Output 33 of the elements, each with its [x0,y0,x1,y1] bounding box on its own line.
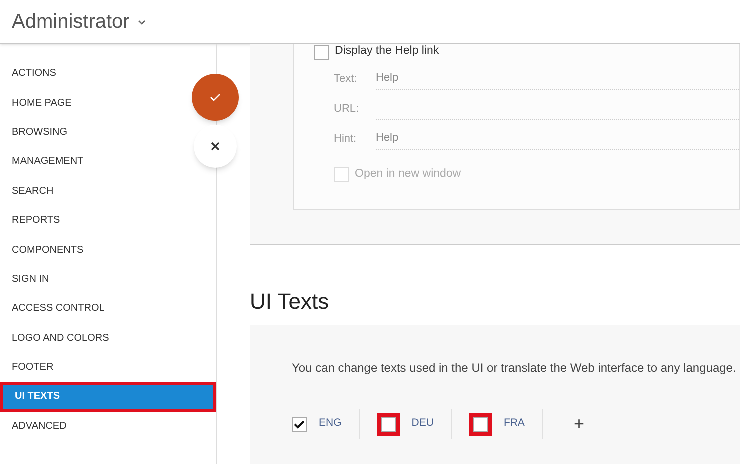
sidebar-item[interactable]: SIGN IN [0,264,54,294]
checkbox[interactable] [380,416,396,432]
sidebar-item[interactable]: COMPONENTS [0,235,88,265]
language-label: DEU [412,416,434,432]
field-label: Text: [334,72,358,86]
sidebar-item[interactable]: ACCESS CONTROL [0,294,109,324]
add-button[interactable]: + [570,410,588,438]
sidebar-item[interactable]: SEARCH [0,176,58,206]
sidebar-item[interactable]: HOME PAGE [0,88,76,118]
sidebar-item[interactable]: UI TEXTS [0,382,216,412]
field-label: URL: [334,102,360,116]
sidebar-item[interactable]: FOOTER [0,352,58,382]
checkbox-label: Display the Help link [335,44,440,60]
sidebar-item[interactable]: ADVANCED [0,412,71,442]
language-label: FRA [504,416,525,432]
chevron-down-icon[interactable] [138,20,146,26]
section-heading: UI Texts [250,288,330,316]
sidebar-item[interactable]: ACTIONS [0,59,60,88]
language-label: ENG [319,416,342,432]
check-icon [210,93,221,102]
sidebar-item[interactable]: LOGO AND COLORS [0,324,114,353]
save-button[interactable] [192,74,239,121]
checkbox[interactable] [292,416,307,432]
checkbox-label: Open in new window [355,167,462,182]
checkbox[interactable] [314,44,329,60]
close-icon [211,142,220,151]
sidebar-item[interactable]: REPORTS [0,206,64,236]
checkbox[interactable] [472,416,488,432]
page-title[interactable]: Administrator [12,6,130,36]
sidebar-item[interactable]: MANAGEMENT [0,147,88,177]
field-label: Hint: [334,132,358,146]
description-text: You can change texts used in the UI or translate the Web interface to any language. [292,360,738,377]
sidebar-item[interactable]: BROWSING [0,118,72,148]
